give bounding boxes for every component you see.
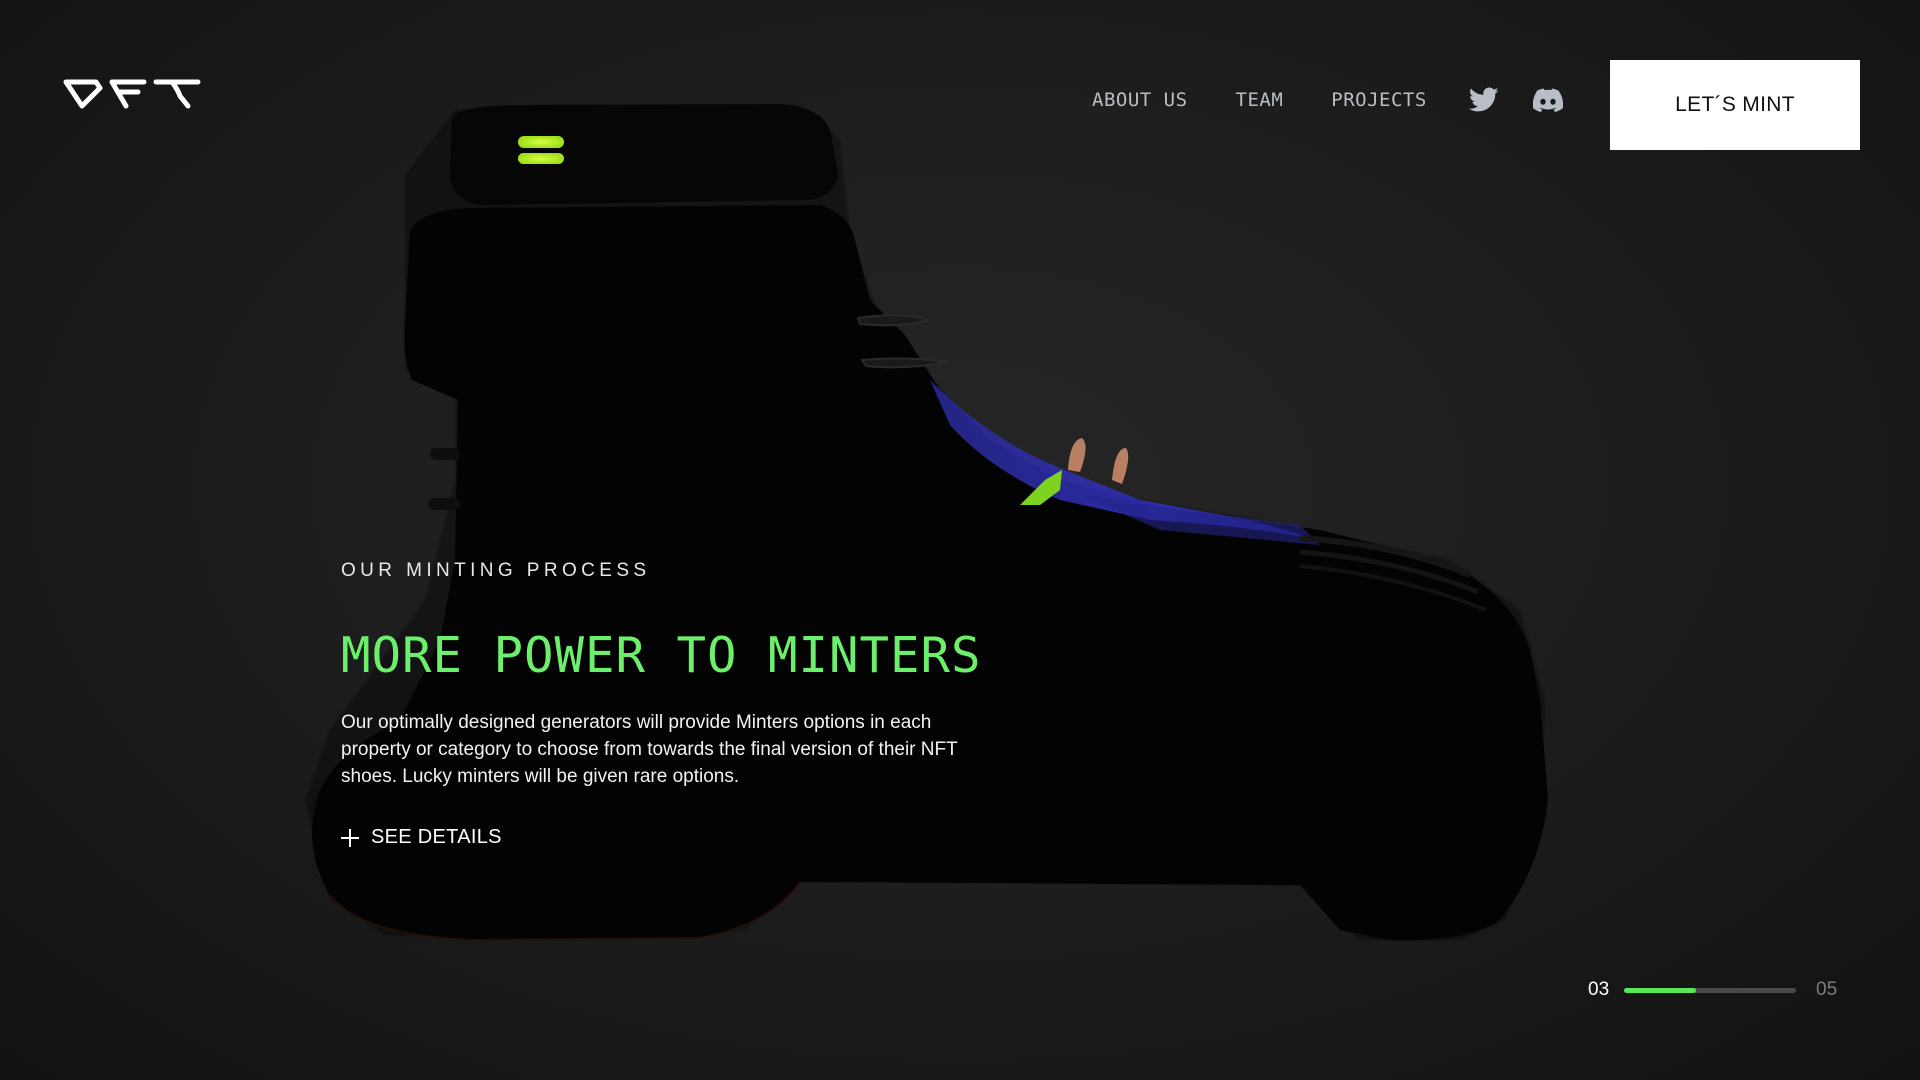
pager-current: 03 bbox=[1588, 979, 1610, 1000]
see-details-link[interactable]: SEE DETAILS bbox=[341, 826, 511, 849]
nav-projects[interactable]: PROJECTS bbox=[1331, 89, 1427, 111]
plus-icon bbox=[341, 828, 359, 847]
main-nav: ABOUT US TEAM PROJECTS bbox=[1092, 85, 1563, 115]
hero-headline: MORE POWER TO MINTERS bbox=[341, 627, 982, 684]
pager-progress-fill bbox=[1624, 987, 1697, 993]
hero-content: OUR MINTING PROCESS MORE POWER TO MINTER… bbox=[341, 560, 1001, 849]
pager-total: 05 bbox=[1816, 979, 1838, 1000]
section-eyebrow: OUR MINTING PROCESS bbox=[341, 560, 651, 581]
pager-progress-track[interactable] bbox=[1624, 987, 1796, 993]
nav-about-us[interactable]: ABOUT US bbox=[1092, 89, 1188, 111]
page: ABOUT US TEAM PROJECTS LET´S MINT OUR MI… bbox=[0, 0, 1920, 1080]
twitter-icon[interactable] bbox=[1468, 85, 1499, 115]
lets-mint-button[interactable]: LET´S MINT bbox=[1610, 60, 1860, 150]
brand-logo[interactable] bbox=[60, 72, 204, 112]
nav-team[interactable]: TEAM bbox=[1236, 89, 1284, 111]
hero-description: Our optimally designed generators will p… bbox=[341, 712, 958, 787]
sneaker-boot-image bbox=[305, 104, 1548, 942]
see-details-label: SEE DETAILS bbox=[371, 826, 502, 848]
discord-icon[interactable] bbox=[1532, 85, 1563, 115]
slide-pager: 03 05 bbox=[1588, 978, 1837, 1002]
